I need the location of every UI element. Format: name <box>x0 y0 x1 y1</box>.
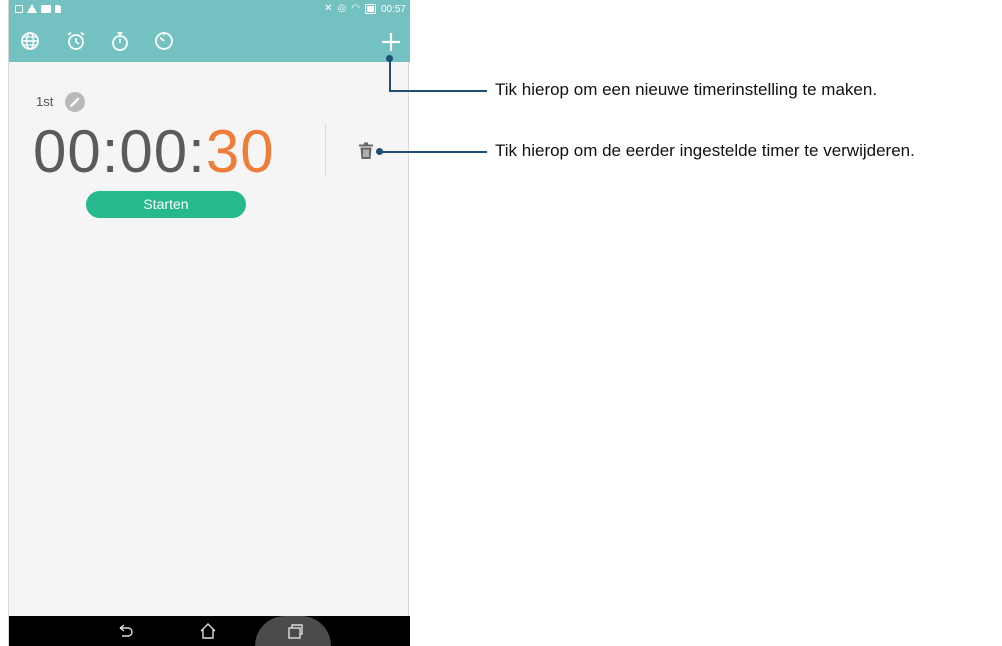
app-bar <box>9 20 410 62</box>
notification-icons <box>15 4 61 13</box>
mute-icon: ✕ <box>324 3 333 14</box>
globe-icon <box>21 32 39 50</box>
alarm-status-icon: ◎ <box>337 3 347 14</box>
start-button[interactable]: Starten <box>86 191 246 218</box>
timer-name-label: 1st <box>36 94 54 109</box>
status-time: 00:57 <box>380 3 406 15</box>
delete-timer-button[interactable] <box>358 142 374 160</box>
warning-icon <box>27 4 37 13</box>
timer-seconds: 30 <box>205 118 275 185</box>
timer-display[interactable]: 00:00:30 <box>33 117 275 187</box>
divider <box>325 124 326 176</box>
tab-world-clock[interactable] <box>19 30 41 52</box>
home-icon <box>200 623 216 639</box>
timer-hours-minutes: 00:00: <box>33 118 206 185</box>
mail-icon <box>15 4 23 13</box>
home-button[interactable] <box>198 621 218 641</box>
annotation-delete-timer: Tik hierop om de eerder ingestelde timer… <box>495 141 915 160</box>
back-icon <box>119 624 133 637</box>
timer-icon <box>155 32 173 50</box>
image-icon <box>41 4 51 13</box>
back-button[interactable] <box>115 621 135 641</box>
navigation-bar <box>9 616 410 646</box>
timer-list: 1st 00:00:30 Starten <box>9 62 410 616</box>
trash-icon <box>359 142 373 159</box>
stopwatch-icon <box>112 32 128 51</box>
callout-line-add-vertical <box>389 58 391 91</box>
recent-apps-icon <box>288 624 303 639</box>
edit-timer-name-button[interactable] <box>65 92 85 112</box>
add-timer-button[interactable] <box>379 30 403 54</box>
alarm-clock-icon <box>67 31 85 50</box>
recent-apps-button[interactable] <box>285 621 305 641</box>
plus-icon <box>382 33 400 51</box>
tab-stopwatch[interactable] <box>109 30 131 52</box>
pencil-icon <box>70 97 80 107</box>
tab-timer[interactable] <box>153 30 175 52</box>
wifi-icon: ◠ <box>351 3 360 14</box>
system-icons: ✕ ◎ ◠ 00:57 <box>324 2 406 16</box>
annotation-add-timer: Tik hierop om een nieuwe timerinstelling… <box>495 80 878 99</box>
sd-card-icon <box>55 4 61 13</box>
tab-alarm[interactable] <box>65 30 87 52</box>
status-bar: ✕ ◎ ◠ 00:57 <box>9 0 410 20</box>
callout-line-add-horizontal <box>389 90 487 92</box>
battery-icon <box>364 4 376 14</box>
phone-screen: ✕ ◎ ◠ 00:57 1st 00:00:30 Starten <box>8 0 410 646</box>
callout-line-delete <box>380 151 487 153</box>
